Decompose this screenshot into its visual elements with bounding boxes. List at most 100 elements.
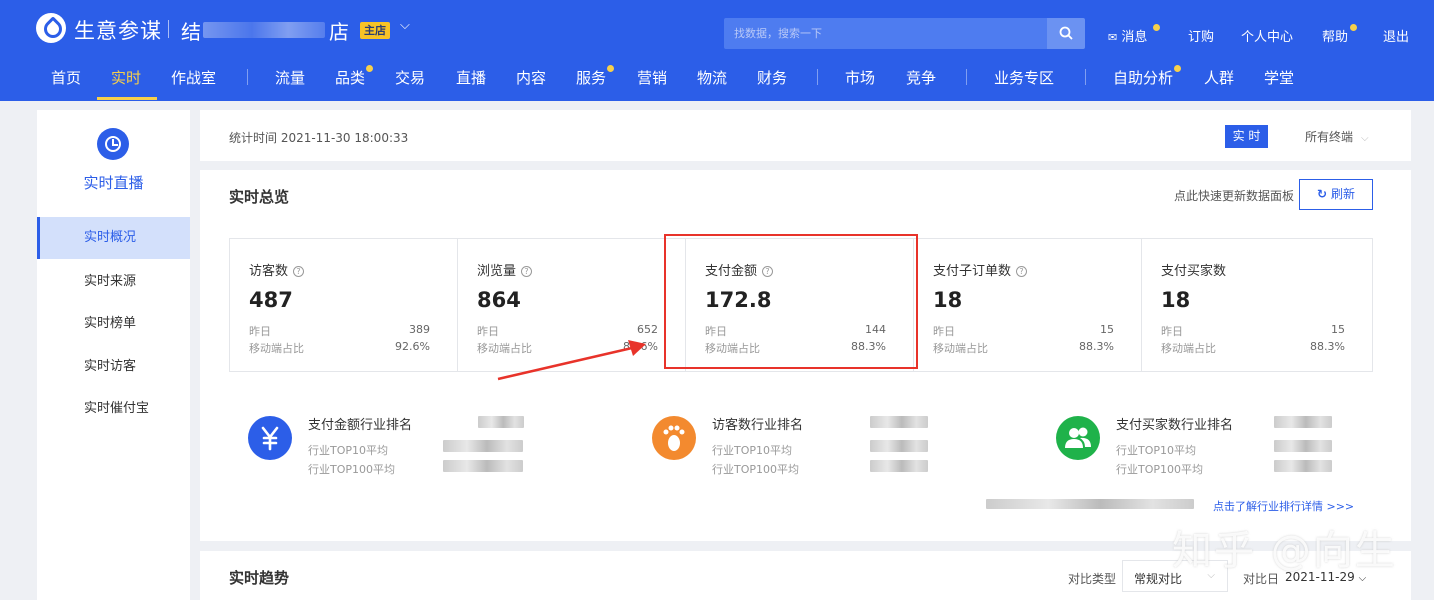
search-button[interactable]	[1047, 18, 1085, 49]
metric-yesterday-row: 昨日 15	[1161, 323, 1345, 338]
sidebar-title: 实时直播	[83, 174, 144, 192]
ranking-visitors: 访客数行业排名 行业TOP10平均 行业TOP100平均	[652, 414, 952, 494]
stats-time: 统计时间 2021-11-30 18:00:33	[229, 131, 409, 145]
category-notification-dot	[366, 65, 373, 72]
subscribe-link[interactable]: 订购	[1188, 26, 1214, 45]
shop-name-end[interactable]: 店	[329, 16, 349, 45]
nav-crowd[interactable]: 人群	[1204, 67, 1234, 88]
sidebar-item-realtime-overview[interactable]: 实时概况	[37, 217, 190, 259]
metric-label: 支付买家数	[1161, 264, 1227, 279]
nav-finance[interactable]: 财务	[757, 67, 787, 88]
ranking-details-link[interactable]: 点击了解行业排行详情 >>>	[1213, 498, 1354, 514]
nav-realtime[interactable]: 实时	[111, 67, 141, 88]
ranking-payment-amount: 支付金额行业排名 行业TOP10平均 行业TOP100平均	[248, 414, 548, 494]
shop-name-start[interactable]: 结	[181, 16, 201, 45]
terminal-select[interactable]: 所有终端 ⌵	[1305, 128, 1369, 145]
nav-service[interactable]: 服务	[576, 67, 606, 88]
ranking-top100-label: 行业TOP100平均	[308, 463, 396, 476]
nav-marketing[interactable]: 营销	[637, 67, 667, 88]
ranking-top10-label: 行业TOP10平均	[308, 444, 389, 457]
metric-yesterday-row: 昨日 389	[249, 323, 430, 338]
search-input[interactable]	[724, 18, 1047, 49]
compass-logo-icon[interactable]	[36, 13, 66, 43]
metric-yesterday-row: 昨日 15	[933, 323, 1114, 338]
chevron-down-icon: ⌵	[1361, 133, 1369, 144]
footprint-icon	[652, 416, 696, 460]
blurred-value	[443, 440, 523, 452]
blurred-value	[1274, 440, 1332, 452]
self-analysis-notification-dot	[1174, 65, 1181, 72]
refresh-label: 刷新	[1330, 187, 1355, 201]
sidebar: 实时直播 实时概况 实时来源 实时榜单 实时访客 实时催付宝	[37, 110, 190, 600]
ranking-top10-label: 行业TOP10平均	[1116, 444, 1197, 457]
metric-label: 支付子订单数?	[933, 260, 1028, 279]
ranking-top10-label: 行业TOP10平均	[712, 444, 793, 457]
nav-market[interactable]: 市场	[845, 67, 875, 88]
nav-home[interactable]: 首页	[51, 67, 81, 88]
nav-category[interactable]: 品类	[335, 67, 365, 88]
metric-paid-suborders: 支付子订单数? 18 昨日 15 移动端占比 88.3%	[914, 239, 1142, 371]
blurred-value	[443, 460, 523, 472]
metric-mobile-row: 移动端占比 88.3%	[933, 340, 1114, 355]
help-link[interactable]: 帮助	[1322, 26, 1348, 45]
metric-value: 487	[249, 288, 293, 312]
ranking-top100-label: 行业TOP100平均	[712, 463, 800, 476]
ranking-title: 支付买家数行业排名	[1116, 418, 1234, 433]
blurred-value	[870, 416, 928, 428]
blurred-value	[870, 460, 928, 472]
red-arrow-annotation	[497, 340, 646, 381]
help-icon[interactable]: ?	[1016, 266, 1028, 277]
metric-label: 浏览量?	[477, 260, 533, 279]
nav-divider	[817, 69, 818, 85]
nav-divider	[966, 69, 967, 85]
metric-mobile-row: 移动端占比 88.3%	[1161, 340, 1345, 355]
metric-value: 864	[477, 288, 521, 312]
terminal-select-value: 所有终端	[1305, 130, 1354, 144]
nav-trade[interactable]: 交易	[395, 67, 425, 88]
nav-war-room[interactable]: 作战室	[171, 67, 216, 88]
blurred-value	[1274, 460, 1332, 472]
messages-notification-dot	[1153, 24, 1160, 31]
mail-icon: ✉	[1108, 31, 1118, 44]
shop-switch-chevron-icon[interactable]: ⌵	[400, 18, 410, 33]
metric-value: 18	[933, 288, 963, 312]
ranking-top100-label: 行业TOP100平均	[1116, 463, 1204, 476]
nav-academy[interactable]: 学堂	[1264, 67, 1294, 88]
help-icon[interactable]: ?	[293, 266, 305, 277]
brand-name[interactable]: 生意参谋	[74, 15, 162, 45]
nav-content[interactable]: 内容	[516, 67, 546, 88]
nav-traffic[interactable]: 流量	[275, 67, 305, 88]
blurred-value	[478, 416, 524, 428]
messages-link[interactable]: ✉ 消息	[1108, 26, 1147, 45]
refresh-button[interactable]: ↻ 刷新	[1299, 179, 1373, 210]
sidebar-item-realtime-source[interactable]: 实时来源	[37, 261, 190, 303]
logout-link[interactable]: 退出	[1383, 26, 1409, 45]
brand-divider	[168, 20, 169, 38]
metric-paying-buyers: 支付买家数 18 昨日 15 移动端占比 88.3%	[1142, 239, 1372, 371]
nav-live[interactable]: 直播	[456, 67, 486, 88]
status-bar: 统计时间 2021-11-30 18:00:33 实 时 所有终端 ⌵	[200, 110, 1411, 161]
metric-visitors: 访客数? 487 昨日 389 移动端占比 92.6%	[230, 239, 458, 371]
top-header: 生意参谋 结 店 主店 ⌵ ✉ 消息 订购 个人中心 帮助 退出 首页 实时 作…	[0, 0, 1434, 101]
search-icon	[1059, 26, 1073, 40]
blurred-value	[870, 440, 928, 452]
main-shop-badge: 主店	[360, 22, 390, 39]
messages-label: 消息	[1121, 30, 1148, 45]
metric-label: 访客数?	[249, 260, 305, 279]
nav-self-analysis[interactable]: 自助分析	[1113, 67, 1173, 88]
nav-competition[interactable]: 竞争	[906, 67, 936, 88]
realtime-button[interactable]: 实 时	[1225, 125, 1268, 148]
refresh-icon: ↻	[1317, 187, 1328, 201]
nav-business-zone[interactable]: 业务专区	[994, 67, 1054, 88]
help-icon[interactable]: ?	[521, 266, 533, 277]
nav-logistics[interactable]: 物流	[697, 67, 727, 88]
highlight-box	[664, 234, 918, 369]
ranking-title: 访客数行业排名	[712, 418, 804, 433]
personal-center-link[interactable]: 个人中心	[1241, 26, 1293, 45]
shop-name-blurred	[203, 22, 325, 38]
metric-value: 18	[1161, 288, 1191, 312]
sidebar-item-payment-reminder[interactable]: 实时催付宝	[37, 388, 190, 430]
sidebar-item-realtime-ranking[interactable]: 实时榜单	[37, 303, 190, 345]
sidebar-item-realtime-visitors[interactable]: 实时访客	[37, 346, 190, 388]
nav-divider	[247, 69, 248, 85]
